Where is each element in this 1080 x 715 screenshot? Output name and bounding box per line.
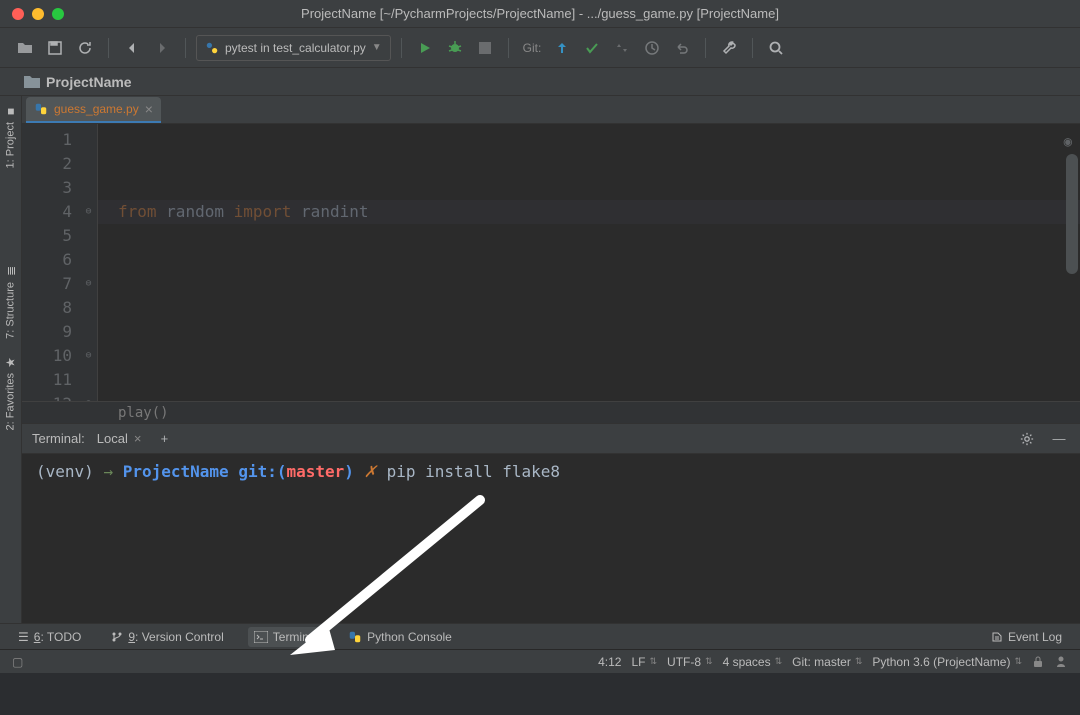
add-terminal-tab-button[interactable]: + — [153, 428, 175, 450]
editor-tab-bar: guess_game.py × — [22, 96, 1080, 124]
status-bar: ▢ 4:12 LF⇅ UTF-8⇅ 4 spaces⇅ Git: master⇅… — [0, 649, 1080, 673]
context-info-bar: play() — [22, 401, 1080, 423]
structure-tool-tab[interactable]: 7: Structure≣ — [0, 256, 21, 347]
terminal-panel: Terminal: Local× + — (venv) → ProjectNam… — [22, 423, 1080, 623]
branch-icon — [111, 631, 123, 643]
code-editor[interactable]: 123456789101112 ⊖⊖⊖⊖ from random import … — [22, 124, 1080, 401]
terminal-settings-icon[interactable] — [1016, 428, 1038, 450]
git-compare-icon[interactable] — [609, 35, 635, 61]
search-icon[interactable] — [763, 35, 789, 61]
stop-button[interactable] — [472, 35, 498, 61]
file-tab-label: guess_game.py — [54, 102, 139, 116]
nav-forward-icon[interactable] — [149, 35, 175, 61]
version-control-tool-button[interactable]: 9: Version Control — [105, 627, 229, 647]
main-area: 1: Project■ 7: Structure≣ 2: Favorites★ … — [0, 96, 1080, 623]
python-interpreter-select[interactable]: Python 3.6 (ProjectName)⇅ — [872, 655, 1022, 669]
git-branch-select[interactable]: Git: master⇅ — [792, 655, 862, 669]
lock-icon[interactable] — [1032, 656, 1044, 668]
line-separator-select[interactable]: LF⇅ — [631, 655, 657, 669]
breadcrumb-bar: ProjectName — [0, 68, 1080, 96]
close-terminal-tab-icon[interactable]: × — [134, 431, 142, 446]
main-toolbar: pytest in test_calculator.py ▼ Git: — [0, 28, 1080, 68]
terminal-tab-local[interactable]: Local× — [97, 431, 142, 446]
event-log-icon — [991, 631, 1003, 643]
minimize-window-button[interactable] — [32, 8, 44, 20]
left-tool-gutter: 1: Project■ 7: Structure≣ 2: Favorites★ — [0, 96, 22, 623]
refresh-icon[interactable] — [72, 35, 98, 61]
terminal-title: Terminal: — [32, 431, 85, 446]
favorites-tool-tab[interactable]: 2: Favorites★ — [0, 347, 21, 438]
breadcrumb-project[interactable]: ProjectName — [46, 74, 132, 90]
encoding-select[interactable]: UTF-8⇅ — [667, 655, 713, 669]
terminal-header: Terminal: Local× + — — [22, 424, 1080, 454]
editor-area: guess_game.py × 123456789101112 ⊖⊖⊖⊖ fro… — [22, 96, 1080, 623]
fold-gutter: ⊖⊖⊖⊖ — [80, 124, 98, 401]
structure-icon: ≣ — [4, 266, 18, 276]
run-button[interactable] — [412, 35, 438, 61]
nav-back-icon[interactable] — [119, 35, 145, 61]
line-number-gutter: 123456789101112 — [22, 124, 80, 401]
project-tool-tab[interactable]: 1: Project■ — [0, 96, 21, 176]
indent-select[interactable]: 4 spaces⇅ — [723, 655, 783, 669]
file-tab-guess-game[interactable]: guess_game.py × — [26, 97, 161, 123]
terminal-icon — [254, 631, 268, 643]
git-update-icon[interactable] — [549, 35, 575, 61]
terminal-tool-button[interactable]: Terminal — [248, 627, 324, 647]
editor-scrollbar[interactable] — [1066, 154, 1078, 274]
python-file-icon — [34, 102, 48, 116]
star-icon: ★ — [3, 356, 17, 367]
inspection-eye-icon[interactable]: ◉ — [1064, 130, 1072, 154]
hide-terminal-icon[interactable]: — — [1048, 428, 1070, 450]
save-icon[interactable] — [42, 35, 68, 61]
event-log-button[interactable]: Event Log — [985, 627, 1068, 647]
close-window-button[interactable] — [12, 8, 24, 20]
undo-icon[interactable] — [669, 35, 695, 61]
close-tab-icon[interactable]: × — [145, 101, 153, 117]
window-controls — [0, 8, 64, 20]
folder-icon — [24, 75, 40, 89]
git-label: Git: — [523, 41, 542, 55]
code-content[interactable]: from random import randint def play(): r… — [98, 124, 1080, 401]
chevron-down-icon: ▼ — [372, 42, 382, 53]
title-bar: ProjectName [~/PycharmProjects/ProjectNa… — [0, 0, 1080, 28]
todo-icon: ☰ — [18, 630, 29, 644]
git-commit-icon[interactable] — [579, 35, 605, 61]
git-history-icon[interactable] — [639, 35, 665, 61]
open-icon[interactable] — [12, 35, 38, 61]
python-console-tool-button[interactable]: Python Console — [342, 627, 458, 647]
bottom-tool-bar: ☰6: TODO 9: Version Control Terminal Pyt… — [0, 623, 1080, 649]
inspector-icon[interactable] — [1054, 655, 1068, 669]
terminal-output[interactable]: (venv) → ProjectName git:(master) ✗ pip … — [22, 454, 1080, 623]
settings-icon[interactable] — [716, 35, 742, 61]
maximize-window-button[interactable] — [52, 8, 64, 20]
caret-position[interactable]: 4:12 — [598, 655, 621, 669]
status-bar-toggle-icon[interactable]: ▢ — [12, 655, 23, 669]
debug-button[interactable] — [442, 35, 468, 61]
folder-icon: ■ — [4, 107, 18, 114]
window-title: ProjectName [~/PycharmProjects/ProjectNa… — [0, 6, 1080, 21]
todo-tool-button[interactable]: ☰6: TODO — [12, 627, 87, 647]
run-config-label: pytest in test_calculator.py — [225, 41, 366, 55]
run-configuration-select[interactable]: pytest in test_calculator.py ▼ — [196, 35, 391, 61]
python-icon — [348, 630, 362, 644]
